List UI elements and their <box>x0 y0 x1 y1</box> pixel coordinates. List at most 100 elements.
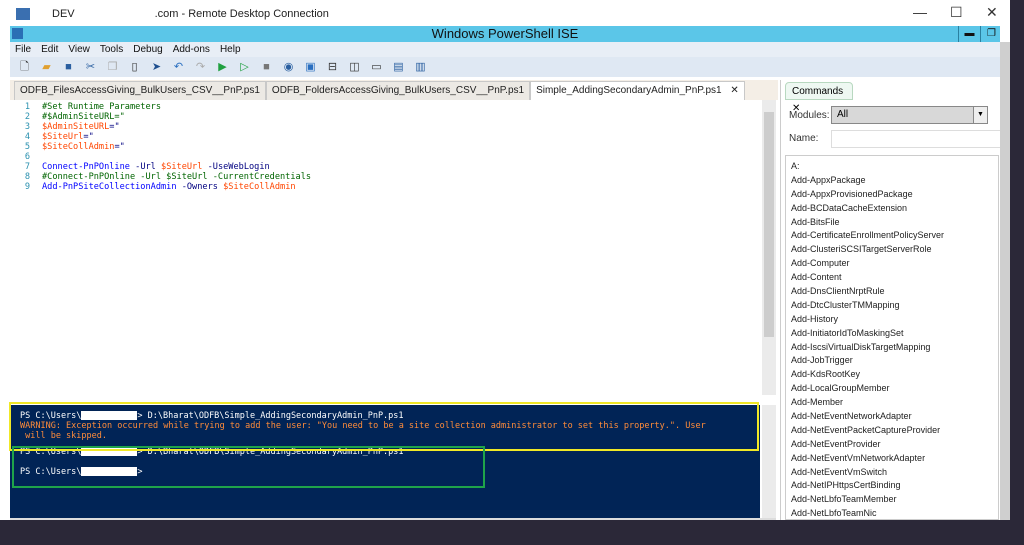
cut-icon[interactable]: ✂ <box>84 61 97 73</box>
code-token: Connect-PnPOnline <box>42 162 130 172</box>
code-token: -Url <box>129 162 162 172</box>
command-item[interactable]: Add-NetEventProvider <box>791 438 998 452</box>
code-line: 5 $SiteCollAdmin =" <box>10 142 762 152</box>
command-item[interactable]: Add-Member <box>791 396 998 410</box>
command-item[interactable]: Add-NetLbfoTeamMember <box>791 493 998 507</box>
window-scrollbar[interactable] <box>1000 42 1010 520</box>
command-item[interactable]: Add-NetLbfoTeamNic <box>791 507 998 519</box>
line-number: 5 <box>24 142 30 152</box>
menu-help[interactable]: Help <box>215 42 246 57</box>
tab-label: Simple_AddingSecondaryAdmin_PnP.ps1 <box>536 85 722 96</box>
remote-icon[interactable]: ◉ <box>282 61 295 73</box>
toolbar: 🗋 ▰ ■ ✂ ❐ ▯ ➤ ↶ ↷ ▶ ▷ ■ ◉ ▣ ⊟ ◫ ▭ ▤ ▥ <box>10 57 1000 77</box>
copy-icon[interactable]: ❐ <box>106 61 119 73</box>
code-token: Add-PnPSiteCollectionAdmin <box>42 182 177 192</box>
command-item[interactable]: Add-NetIPHttpsCertBinding <box>791 479 998 493</box>
command-item[interactable]: Add-History <box>791 313 998 327</box>
run-icon[interactable]: ▶ <box>216 61 229 73</box>
tab-folders-access[interactable]: ODFB_FoldersAccessGiving_BulkUsers_CSV__… <box>265 81 531 100</box>
line-number: 3 <box>24 122 30 132</box>
layout-right-icon[interactable]: ◫ <box>348 61 361 73</box>
command-item[interactable]: Add-CertificateEnrollmentPolicyServer <box>791 229 998 243</box>
command-item[interactable]: Add-NetEventVmNetworkAdapter <box>791 452 998 466</box>
save-icon[interactable]: ■ <box>62 61 75 73</box>
line-number: 2 <box>24 112 30 122</box>
command-item[interactable]: Add-Content <box>791 271 998 285</box>
modules-select[interactable]: All ▼ <box>831 106 988 124</box>
console-horizontal-scrollbar[interactable] <box>10 518 776 520</box>
command-item[interactable]: Add-InitiatorIdToMaskingSet <box>791 327 998 341</box>
code-line: 8 #Connect-PnPOnline -Url $SiteUrl -Curre… <box>10 172 762 182</box>
minimize-button[interactable]: — <box>913 4 927 20</box>
code-line: 4 $SiteUrl =" <box>10 132 762 142</box>
yellow-highlight-box <box>9 402 759 451</box>
undo-icon[interactable]: ↶ <box>172 61 185 73</box>
menu-edit[interactable]: Edit <box>36 42 63 57</box>
show-script-icon[interactable]: ▤ <box>392 61 405 73</box>
command-item[interactable]: Add-DnsClientNrptRule <box>791 285 998 299</box>
code-token: =" <box>83 132 94 142</box>
run-selection-icon[interactable]: ▷ <box>238 61 251 73</box>
tab-files-access[interactable]: ODFB_FilesAccessGiving_BulkUsers_CSV__Pn… <box>14 81 266 100</box>
command-item[interactable]: Add-KdsRootKey <box>791 368 998 382</box>
console-scrollbar[interactable] <box>762 405 776 518</box>
code-token: =" <box>114 142 125 152</box>
stop-icon[interactable]: ■ <box>260 61 273 73</box>
line-number: 9 <box>24 182 30 192</box>
script-editor[interactable]: 1 #Set Runtime Parameters 2 #$AdminSiteURL=… <box>10 100 762 395</box>
code-token: $SiteCollAdmin <box>42 142 115 152</box>
menu-file[interactable]: File <box>10 42 36 57</box>
code-line: 2 #$AdminSiteURL=" <box>10 112 762 122</box>
code-token: -Owners <box>176 182 224 192</box>
line-number: 7 <box>24 162 30 172</box>
command-item[interactable]: Add-LocalGroupMember <box>791 382 998 396</box>
command-item[interactable]: Add-Computer <box>791 257 998 271</box>
command-item[interactable]: Add-NetEventNetworkAdapter <box>791 410 998 424</box>
tab-simple-adding-admin[interactable]: Simple_AddingSecondaryAdmin_PnP.ps1 ✕ <box>530 81 745 100</box>
maximize-button[interactable]: ☐ <box>950 4 963 21</box>
commands-list[interactable]: A: Add-AppxPackage Add-AppxProvisionedPack… <box>785 155 999 520</box>
command-item[interactable]: Add-AppxProvisionedPackage <box>791 188 998 202</box>
code-line: 1 #Set Runtime Parameters <box>10 102 762 112</box>
tab-close-icon[interactable]: ✕ <box>730 85 738 96</box>
command-item[interactable]: Add-IscsiVirtualDiskTargetMapping <box>791 341 998 355</box>
redo-icon[interactable]: ↷ <box>194 61 207 73</box>
close-button[interactable]: ✕ <box>986 4 998 21</box>
command-item[interactable]: Add-DtcClusterTMMapping <box>791 299 998 313</box>
command-item[interactable]: Add-BitsFile <box>791 216 998 230</box>
rdp-title-host: DEV <box>52 7 75 20</box>
show-commands-icon[interactable]: ▥ <box>414 61 427 73</box>
command-item[interactable]: Add-JobTrigger <box>791 354 998 368</box>
command-item[interactable]: Add-AppxPackage <box>791 174 998 188</box>
commands-tab[interactable]: Commands ✕ <box>785 82 853 114</box>
layout-max-icon[interactable]: ▭ <box>370 61 383 73</box>
command-item[interactable]: Add-ClusteriSCSITargetServerRole <box>791 243 998 257</box>
code-token: $SiteCollAdmin <box>223 182 296 192</box>
menu-addons[interactable]: Add-ons <box>168 42 215 57</box>
line-number: 4 <box>24 132 30 142</box>
menu-tools[interactable]: Tools <box>95 42 128 57</box>
clear-icon[interactable]: ➤ <box>150 61 163 73</box>
powershell-icon[interactable]: ▣ <box>304 61 317 73</box>
ise-title-bar: Windows PowerShell ISE ▬ ❐ <box>10 26 1000 42</box>
code-token: $AdminSiteURL <box>42 122 110 132</box>
command-item[interactable]: Add-NetEventVmSwitch <box>791 466 998 480</box>
code-token: #$AdminSiteURL=" <box>42 112 125 122</box>
modules-label: Modules: <box>789 110 830 121</box>
menu-debug[interactable]: Debug <box>128 42 167 57</box>
paste-icon[interactable]: ▯ <box>128 61 141 73</box>
name-label: Name: <box>789 133 819 144</box>
name-input[interactable] <box>831 130 1001 148</box>
menu-view[interactable]: View <box>63 42 95 57</box>
ise-minimize-button[interactable]: ▬ <box>958 26 980 42</box>
ise-restore-button[interactable]: ❐ <box>980 26 1002 42</box>
new-icon[interactable]: 🗋 <box>18 61 31 73</box>
command-item[interactable]: Add-NetEventPacketCaptureProvider <box>791 424 998 438</box>
command-item[interactable]: Add-BCDataCacheExtension <box>791 202 998 216</box>
line-number: 8 <box>24 172 30 182</box>
layout-top-icon[interactable]: ⊟ <box>326 61 339 73</box>
editor-scrollbar[interactable] <box>762 100 776 395</box>
command-item[interactable]: A: <box>791 160 998 174</box>
chevron-down-icon: ▼ <box>973 107 987 123</box>
open-icon[interactable]: ▰ <box>40 61 53 73</box>
